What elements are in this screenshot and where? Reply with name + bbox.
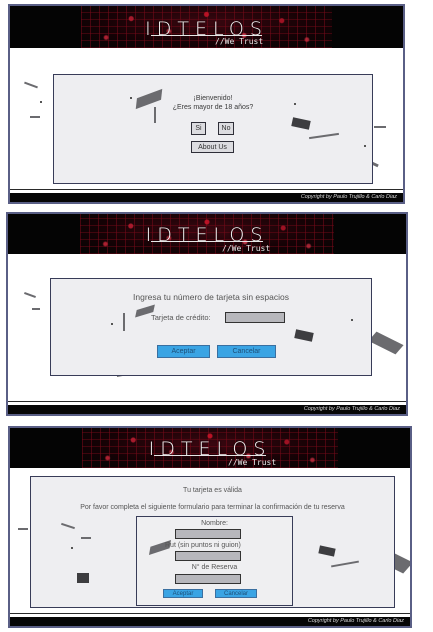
brand-logo: IDTELOS: [145, 18, 268, 40]
name-label: Nombre:: [201, 520, 228, 527]
reservation-number-input[interactable]: [175, 574, 241, 584]
logo-underline: [151, 241, 263, 242]
rut-label: Rut (sin puntos ni guion): [165, 542, 241, 549]
footer-divider: [8, 401, 406, 402]
welcome-heading: ¡Bienvenido!: [193, 95, 233, 102]
card-valid-message: Tu tarjeta es válida: [183, 487, 242, 494]
cancel-button[interactable]: Cancelar: [215, 589, 257, 598]
brand-tagline: //We Trust: [215, 37, 264, 46]
header-banner: IDTELOS //We Trust: [10, 428, 410, 468]
name-input[interactable]: [175, 529, 241, 539]
card-dialog: Ingresa tu número de tarjeta sin espacio…: [50, 278, 372, 376]
accept-button[interactable]: Aceptar: [157, 345, 210, 358]
copyright-text: Copyright by Paulo Trujillo & Carlo Diaz: [307, 618, 404, 624]
brand-logo: IDTELOS: [145, 224, 269, 246]
header-banner: IDTELOS //We Trust: [10, 6, 403, 48]
form-instruction: Por favor completa el siguiente formular…: [80, 504, 345, 511]
reservation-dialog: Tu tarjeta es válida Por favor completa …: [30, 476, 395, 608]
footer-divider: [10, 613, 410, 614]
brand-tagline: //We Trust: [228, 458, 277, 467]
age-question: ¿Eres mayor de 18 años?: [172, 104, 254, 111]
copyright-text: Copyright by Paulo Trujillo & Carlo Diaz: [300, 194, 397, 200]
yes-button[interactable]: Si: [191, 122, 206, 135]
about-us-button[interactable]: About Us: [191, 141, 234, 153]
reservation-form-screen: IDTELOS //We Trust Tu tarjeta es válida …: [8, 426, 412, 628]
footer-divider: [10, 189, 403, 190]
welcome-dialog: ¡Bienvenido! ¿Eres mayor de 18 años? Si …: [53, 74, 373, 184]
header-banner: IDTELOS //We Trust: [8, 214, 406, 254]
reservation-form: Nombre: Rut (sin puntos ni guion) N° de …: [136, 516, 293, 606]
logo-underline: [151, 35, 262, 36]
age-check-screen: IDTELOS //We Trust ¡Bienvenido! ¿Eres ma…: [8, 4, 405, 204]
card-entry-screen: IDTELOS //We Trust Ingresa tu número de …: [6, 212, 408, 416]
card-number-label: Tarjeta de crédito:: [151, 313, 211, 322]
footer: Copyright by Paulo Trujillo & Carlo Diaz: [10, 193, 403, 202]
no-button[interactable]: No: [218, 122, 234, 135]
accept-button[interactable]: Aceptar: [163, 589, 203, 598]
logo-underline: [154, 455, 266, 456]
cancel-button[interactable]: Cancelar: [217, 345, 276, 358]
footer: Copyright by Paulo Trujillo & Carlo Diaz: [10, 617, 410, 626]
brand-logo: IDTELOS: [148, 438, 272, 460]
footer: Copyright by Paulo Trujillo & Carlo Diaz: [8, 405, 406, 414]
copyright-text: Copyright by Paulo Trujillo & Carlo Diaz: [303, 406, 400, 412]
reservation-number-label: N° de Reserva: [191, 564, 238, 571]
card-number-input[interactable]: [225, 312, 285, 323]
card-instruction-heading: Ingresa tu número de tarjeta sin espacio…: [133, 292, 289, 302]
rut-input[interactable]: [175, 551, 241, 561]
brand-tagline: //We Trust: [222, 244, 271, 253]
